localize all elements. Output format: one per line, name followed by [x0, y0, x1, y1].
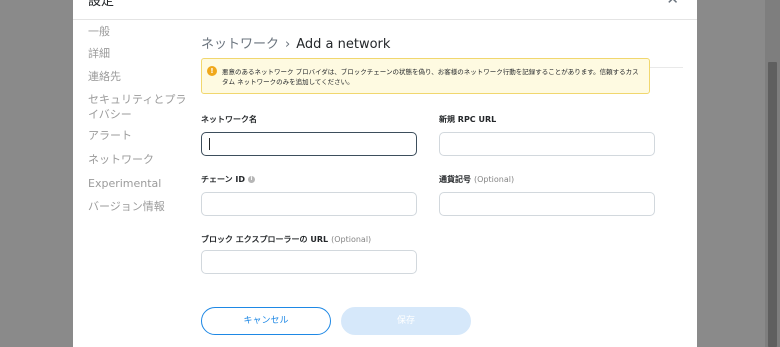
rpc-url-label: 新規 RPC URL	[439, 114, 496, 125]
sidebar-item-networks[interactable]: ネットワーク	[88, 152, 188, 167]
close-icon[interactable]: ✕	[666, 0, 679, 7]
network-name-input[interactable]	[201, 132, 417, 156]
chain-id-input[interactable]	[201, 192, 417, 216]
warning-banner: ! 悪意のあるネットワーク プロバイダは、ブロックチェーンの状態を偽り、お客様の…	[201, 58, 650, 94]
explorer-optional-text: (Optional)	[331, 235, 372, 244]
symbol-label-text: 通貨記号	[439, 175, 471, 184]
sidebar-item-contacts[interactable]: 連絡先	[88, 69, 188, 84]
settings-modal: 設定 ✕ 一般 詳細 連絡先 セキュリティとプライバシー アラート ネットワーク…	[73, 0, 697, 347]
breadcrumb: ネットワーク › Add a network	[201, 33, 390, 52]
network-name-label: ネットワーク名	[201, 114, 257, 125]
sidebar-item-alerts[interactable]: アラート	[88, 128, 188, 143]
symbol-input[interactable]	[439, 192, 655, 216]
cancel-button[interactable]: キャンセル	[201, 307, 331, 335]
sidebar-item-advanced[interactable]: 詳細	[88, 46, 188, 61]
page-title: 設定	[88, 0, 115, 9]
info-icon[interactable]: i	[248, 176, 256, 183]
text-caret	[209, 138, 210, 150]
sidebar-item-general[interactable]: 一般	[88, 24, 188, 39]
scrollbar-thumb[interactable]	[768, 62, 777, 347]
warning-icon: !	[207, 66, 217, 76]
rpc-url-input[interactable]	[439, 132, 655, 156]
symbol-label: 通貨記号 (Optional)	[439, 174, 514, 185]
breadcrumb-current: Add a network	[296, 37, 391, 52]
sidebar-item-experimental[interactable]: Experimental	[88, 176, 188, 191]
save-button[interactable]: 保存	[341, 307, 471, 335]
explorer-url-input[interactable]	[201, 250, 417, 274]
chain-id-label: チェーン ID i	[201, 174, 256, 185]
symbol-optional-text: (Optional)	[474, 175, 515, 184]
sidebar-item-about[interactable]: バージョン情報	[88, 199, 188, 214]
breadcrumb-networks-link[interactable]: ネットワーク	[201, 37, 279, 52]
explorer-url-label: ブロック エクスプローラーの URL (Optional)	[201, 234, 371, 245]
warning-text: 悪意のあるネットワーク プロバイダは、ブロックチェーンの状態を偽り、お客様のネッ…	[222, 68, 639, 86]
chain-id-label-text: チェーン ID	[201, 175, 246, 184]
explorer-url-label-text: ブロック エクスプローラーの URL	[201, 235, 329, 244]
sidebar-item-security-privacy[interactable]: セキュリティとプライバシー	[88, 92, 188, 122]
modal-header: 設定 ✕	[73, 0, 697, 20]
network-name-label-text: ネットワーク名	[201, 115, 257, 124]
rpc-url-label-text: 新規 RPC URL	[439, 115, 497, 124]
breadcrumb-separator: ›	[285, 37, 291, 52]
